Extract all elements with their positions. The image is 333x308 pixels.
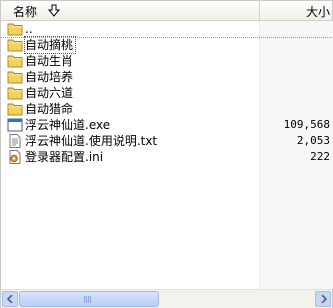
list-item-name: 浮云神仙道.exe [25,118,111,132]
list-item-size: 2,053 [296,134,330,147]
list-item-size: 222 [310,150,330,163]
txt-icon [7,134,23,148]
column-header-size[interactable]: 大小 [260,1,332,20]
list-item-name: 自动六道 [25,86,74,100]
list-item-folder[interactable]: 自动培养 [1,69,332,85]
horizontal-scrollbar[interactable] [1,289,332,308]
list-item-name: 浮云神仙道.使用说明.txt [25,134,158,148]
ini-icon [7,150,23,164]
folder-icon [7,54,23,68]
list-item-file[interactable]: 浮云神仙道.exe 109,568 [1,117,332,133]
column-header-size-label: 大小 [305,5,330,19]
scrollbar-thumb[interactable] [19,291,159,307]
chevron-right-icon [321,295,327,303]
list-item-parent-dir[interactable]: .. [1,21,332,37]
list-item-folder[interactable]: 自动猎命 [1,101,332,117]
file-list-panel: 名称 大小 .. 自动摘桃 自动生肖 自动培养 自动六道 自动猎命 浮云神仙道.… [0,0,333,308]
list-item-name: 自动摘桃 [23,36,77,54]
list-item-name: .. [25,22,33,36]
list-item-size: 109,568 [283,118,330,131]
scroll-left-button[interactable] [2,291,18,307]
folder-icon [7,38,23,52]
chevron-left-icon [7,295,13,303]
folder-icon [7,86,23,100]
file-rows: .. 自动摘桃 自动生肖 自动培养 自动六道 自动猎命 浮云神仙道.exe 10… [1,21,332,165]
column-header-bar: 名称 大小 [1,1,332,21]
scroll-right-button[interactable] [315,291,331,307]
folder-up-icon [7,22,23,36]
list-item-folder[interactable]: 自动生肖 [1,53,332,69]
list-item-folder[interactable]: 自动摘桃 [1,36,332,54]
sort-descending-icon [47,4,61,17]
list-item-name: 自动猎命 [25,102,74,116]
list-item-name: 登录器配置.ini [25,150,104,164]
list-item-file[interactable]: 浮云神仙道.使用说明.txt 2,053 [1,133,332,149]
exe-icon [7,118,23,132]
column-header-name[interactable]: 名称 [1,1,260,20]
list-item-file[interactable]: 登录器配置.ini 222 [1,149,332,165]
list-item-folder[interactable]: 自动六道 [1,85,332,101]
column-header-name-label: 名称 [13,5,38,19]
list-item-name: 自动培养 [25,70,74,84]
folder-icon [7,70,23,84]
scrollbar-grip-icon [84,296,92,303]
list-item-name: 自动生肖 [25,54,74,68]
folder-icon [7,102,23,116]
